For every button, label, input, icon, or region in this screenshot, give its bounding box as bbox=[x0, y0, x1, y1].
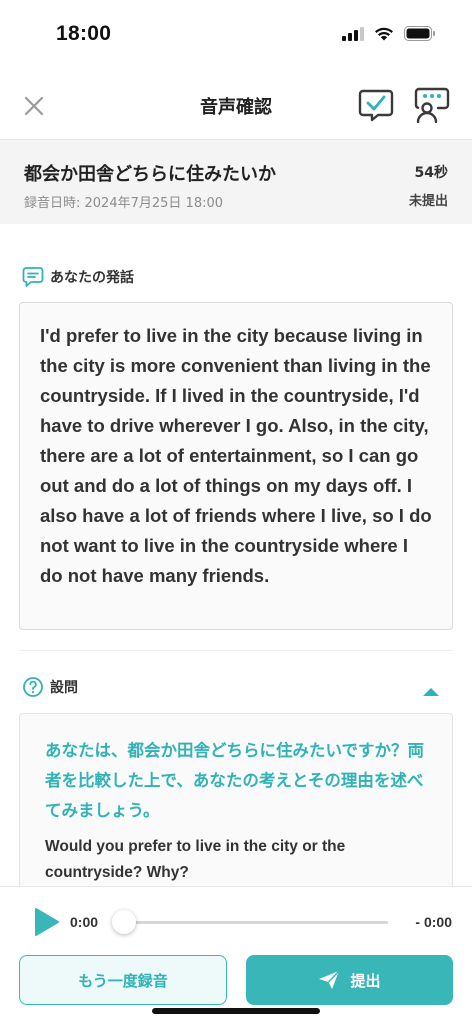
status-bar: 18:00 bbox=[0, 0, 472, 70]
nav-bar: 音声確認 bbox=[0, 70, 472, 140]
play-icon[interactable] bbox=[34, 907, 60, 937]
question-text-en: Would you prefer to live in the city or … bbox=[45, 838, 346, 881]
home-indicator bbox=[152, 1008, 320, 1014]
status-badge: 未提出 bbox=[408, 194, 448, 209]
remaining-time: - 0:00 bbox=[415, 914, 452, 930]
question-circle-icon bbox=[23, 677, 43, 697]
question-section-header: 設問 bbox=[22, 676, 78, 698]
wifi-icon bbox=[375, 27, 393, 41]
divider bbox=[19, 650, 453, 651]
submit-button[interactable]: 提出 bbox=[246, 955, 453, 1005]
speech-section-header: あなたの発話 bbox=[22, 266, 134, 288]
question-box: あなたは、都会か田舎どちらに住みたいですか？両者を比較した上で、あなたの考えとそ… bbox=[19, 713, 453, 903]
page-title: 音声確認 bbox=[200, 97, 272, 118]
signal-icon bbox=[342, 26, 364, 41]
rerecord-label: もう一度録音 bbox=[78, 971, 168, 990]
chevron-up-icon[interactable] bbox=[422, 686, 440, 698]
speech-section-label: あなたの発話 bbox=[50, 270, 134, 286]
question-section-label: 設問 bbox=[50, 680, 78, 696]
progress-track[interactable] bbox=[122, 921, 388, 924]
audio-player: 0:00 - 0:00 もう一度録音 提出 bbox=[0, 886, 472, 1024]
current-time: 0:00 bbox=[70, 914, 99, 930]
question-text-jp: あなたは、都会か田舎どちらに住みたいですか？両者を比較した上で、あなたの考えとそ… bbox=[45, 741, 425, 820]
speech-transcript: I'd prefer to live in the city because l… bbox=[40, 325, 432, 586]
feedback-person-icon[interactable] bbox=[414, 87, 450, 123]
recording-date: 録音日時: 2024年7月25日 18:00 bbox=[24, 196, 224, 211]
progress-thumb[interactable] bbox=[112, 910, 136, 934]
topic-header: 都会か田舎どちらに住みたいか 録音日時: 2024年7月25日 18:00 54… bbox=[0, 140, 472, 224]
status-icons bbox=[342, 26, 436, 41]
checklist-chat-icon[interactable] bbox=[358, 87, 394, 123]
chat-bubble-icon bbox=[22, 267, 44, 287]
topic-title: 都会か田舎どちらに住みたいか bbox=[24, 164, 276, 185]
status-time: 18:00 bbox=[56, 22, 112, 45]
submit-label: 提出 bbox=[350, 971, 381, 990]
recording-duration: 54秒 bbox=[414, 165, 448, 181]
rerecord-button[interactable]: もう一度録音 bbox=[19, 955, 227, 1005]
speech-transcript-box: I'd prefer to live in the city because l… bbox=[19, 302, 453, 630]
send-icon bbox=[319, 970, 340, 989]
battery-icon bbox=[404, 26, 435, 41]
